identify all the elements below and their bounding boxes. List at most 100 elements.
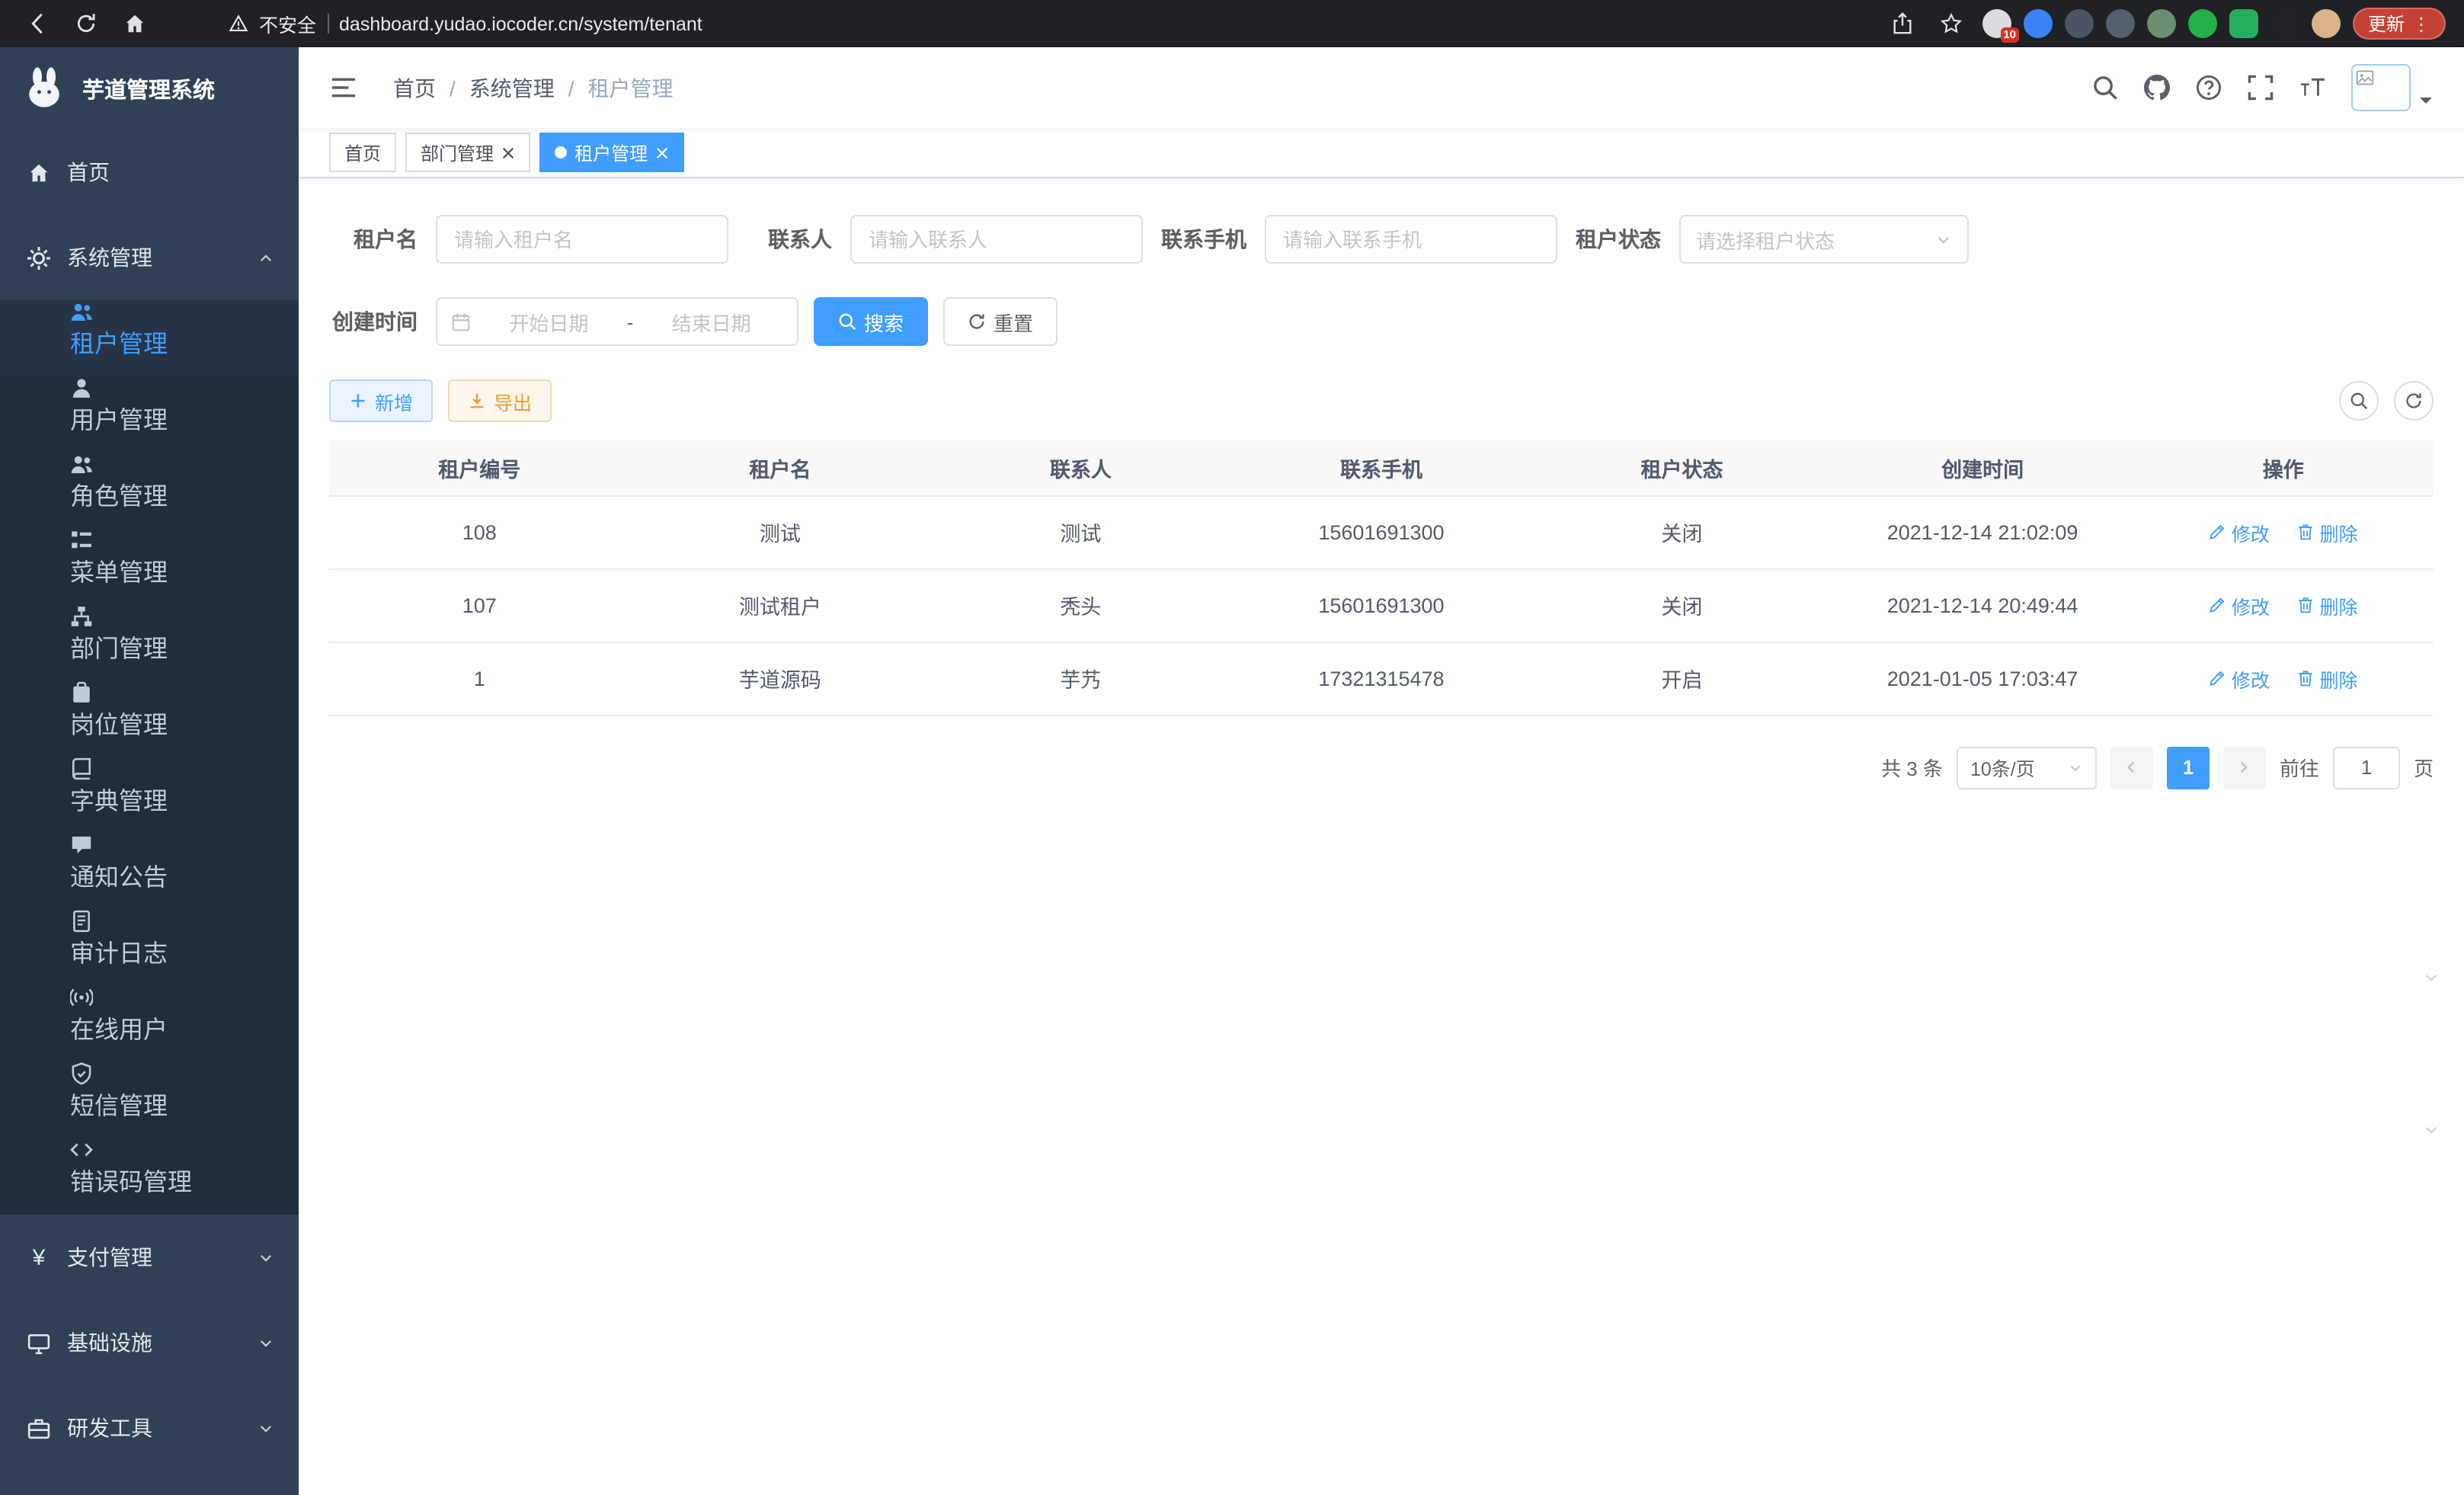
browser-update-button[interactable]: 更新 ⋮: [2353, 8, 2446, 40]
sidebar-item-sms[interactable]: 短信管理: [0, 1062, 299, 1138]
extension-icon[interactable]: [2147, 9, 2176, 38]
table-row[interactable]: 107 测试租户 秃头 15601691300 关闭 2021-12-14 20…: [329, 568, 2434, 642]
reset-button[interactable]: 重置: [943, 297, 1058, 346]
tab-label: 首页: [344, 139, 381, 165]
column-header: 联系手机: [1231, 440, 1532, 495]
sidebar-item-error-code[interactable]: 错误码管理: [0, 1138, 299, 1215]
close-icon[interactable]: [655, 146, 669, 159]
browser-home-button[interactable]: [116, 5, 152, 42]
tenant-name-input[interactable]: [436, 215, 728, 264]
sidebar-item-label: 通知公告: [70, 866, 168, 892]
add-button[interactable]: 新增: [329, 379, 433, 422]
status-select[interactable]: 请选择租户状态: [1679, 215, 1969, 264]
address-divider: [327, 14, 328, 34]
page-size-select[interactable]: 10条/页: [1957, 746, 2097, 789]
sidebar-item-tenant[interactable]: 租户管理: [0, 300, 299, 376]
sidebar-item-infrastructure[interactable]: 基础设施: [0, 1300, 299, 1385]
breadcrumb-item[interactable]: 首页: [393, 72, 436, 103]
sidebar-item-label: 租户管理: [70, 332, 168, 358]
tab-tenant[interactable]: 租户管理: [539, 133, 684, 172]
breadcrumb-item[interactable]: 系统管理: [469, 72, 555, 103]
sidebar-item-audit-log[interactable]: 审计日志: [0, 910, 299, 986]
sidebar-item-dict[interactable]: 字典管理: [0, 757, 299, 834]
share-icon: [1892, 12, 1915, 35]
prev-page-button[interactable]: [2110, 746, 2153, 789]
extension-icon[interactable]: [2024, 9, 2053, 38]
extension-icon[interactable]: [2106, 9, 2135, 38]
tab-home[interactable]: 首页: [329, 133, 396, 172]
table-row[interactable]: 1 芋道源码 芋艿 17321315478 开启 2021-01-05 17:0…: [329, 642, 2434, 715]
tab-dept[interactable]: 部门管理: [405, 133, 530, 172]
delete-button[interactable]: 删除: [2296, 517, 2357, 546]
browser-reload-button[interactable]: [67, 5, 104, 42]
browser-chrome: 不安全 dashboard.yudao.iocoder.cn/system/te…: [0, 0, 2464, 47]
font-size-icon[interactable]: [2299, 75, 2325, 101]
share-button[interactable]: [1885, 5, 1922, 42]
help-icon[interactable]: [2196, 75, 2222, 101]
home-icon: [123, 12, 146, 35]
extension-icon[interactable]: 10: [1982, 9, 2011, 38]
sidebar-item-online-users[interactable]: 在线用户: [0, 986, 299, 1062]
start-date-placeholder: 开始日期: [477, 307, 621, 336]
search-icon: [2350, 392, 2368, 410]
edit-icon: [2209, 669, 2227, 687]
edit-icon: [2209, 596, 2227, 614]
toggle-search-button[interactable]: [2339, 381, 2379, 421]
avatar: [2351, 64, 2411, 111]
extension-icon[interactable]: [2312, 9, 2341, 38]
browser-back-button[interactable]: [18, 5, 55, 42]
audit-log-icon: [70, 910, 93, 933]
export-button[interactable]: 导出: [448, 379, 552, 422]
bookmark-button[interactable]: [1934, 5, 1970, 42]
sidebar-item-notice[interactable]: 通知公告: [0, 834, 299, 910]
sidebar-item-devtools[interactable]: 研发工具: [0, 1385, 299, 1471]
sidebar-item-payment[interactable]: ¥ 支付管理: [0, 1215, 299, 1300]
delete-button[interactable]: 删除: [2296, 591, 2357, 619]
hamburger-icon[interactable]: [329, 76, 358, 99]
delete-button[interactable]: 删除: [2296, 664, 2357, 693]
sidebar-item-role[interactable]: 角色管理: [0, 453, 299, 529]
field-label: 创建时间: [329, 306, 436, 337]
sidebar-item-home[interactable]: 首页: [0, 130, 299, 215]
next-page-button[interactable]: [2223, 746, 2266, 789]
badge-icon: [70, 681, 93, 704]
filter-form-row-1: 租户名 联系人 联系手机 租户状态 请选择租户状态: [329, 215, 2434, 297]
fullscreen-icon[interactable]: [2248, 75, 2274, 101]
cell-created: 2021-12-14 21:02:09: [1832, 495, 2133, 568]
sidebar-item-user[interactable]: 用户管理: [0, 376, 299, 453]
url-text: dashboard.yudao.iocoder.cn/system/tenant: [339, 13, 702, 34]
user-avatar-menu[interactable]: [2351, 64, 2434, 111]
extension-icon[interactable]: [2229, 9, 2258, 38]
table-row[interactable]: 108 测试 测试 15601691300 关闭 2021-12-14 21:0…: [329, 495, 2434, 568]
sidebar-item-dept[interactable]: 部门管理: [0, 605, 299, 681]
date-range-picker[interactable]: 开始日期 - 结束日期: [436, 297, 798, 346]
calendar-icon: [451, 312, 471, 331]
sidebar-item-menu[interactable]: 菜单管理: [0, 529, 299, 605]
search-icon[interactable]: [2092, 75, 2118, 101]
address-bar[interactable]: 不安全 dashboard.yudao.iocoder.cn/system/te…: [229, 9, 702, 38]
extension-icon[interactable]: [2065, 9, 2094, 38]
sidebar-item-system[interactable]: 系统管理: [0, 215, 299, 300]
phone-input[interactable]: [1265, 215, 1557, 264]
close-icon[interactable]: [501, 146, 515, 159]
cell-tenant-id: 108: [329, 495, 630, 568]
delete-label: 删除: [2319, 664, 2357, 693]
extension-icon[interactable]: [2270, 9, 2299, 38]
search-button[interactable]: 搜索: [814, 297, 928, 346]
cell-created: 2021-12-14 20:49:44: [1832, 568, 2133, 642]
field-label: 联系人: [744, 224, 850, 255]
filter-tenant-name: 租户名: [329, 215, 728, 264]
edit-button[interactable]: 修改: [2209, 517, 2270, 546]
edit-button[interactable]: 修改: [2209, 664, 2270, 693]
sidebar-item-post[interactable]: 岗位管理: [0, 681, 299, 757]
refresh-table-button[interactable]: [2394, 381, 2434, 421]
column-header: 租户编号: [329, 440, 630, 495]
github-icon[interactable]: [2144, 75, 2170, 101]
page-button-1[interactable]: 1: [2167, 746, 2210, 789]
toolbar-right: [2339, 381, 2434, 421]
extension-icon[interactable]: [2188, 9, 2217, 38]
goto-page-input[interactable]: [2333, 746, 2400, 789]
page-unit-label: 页: [2414, 753, 2434, 782]
edit-button[interactable]: 修改: [2209, 591, 2270, 619]
contact-input[interactable]: [850, 215, 1143, 264]
